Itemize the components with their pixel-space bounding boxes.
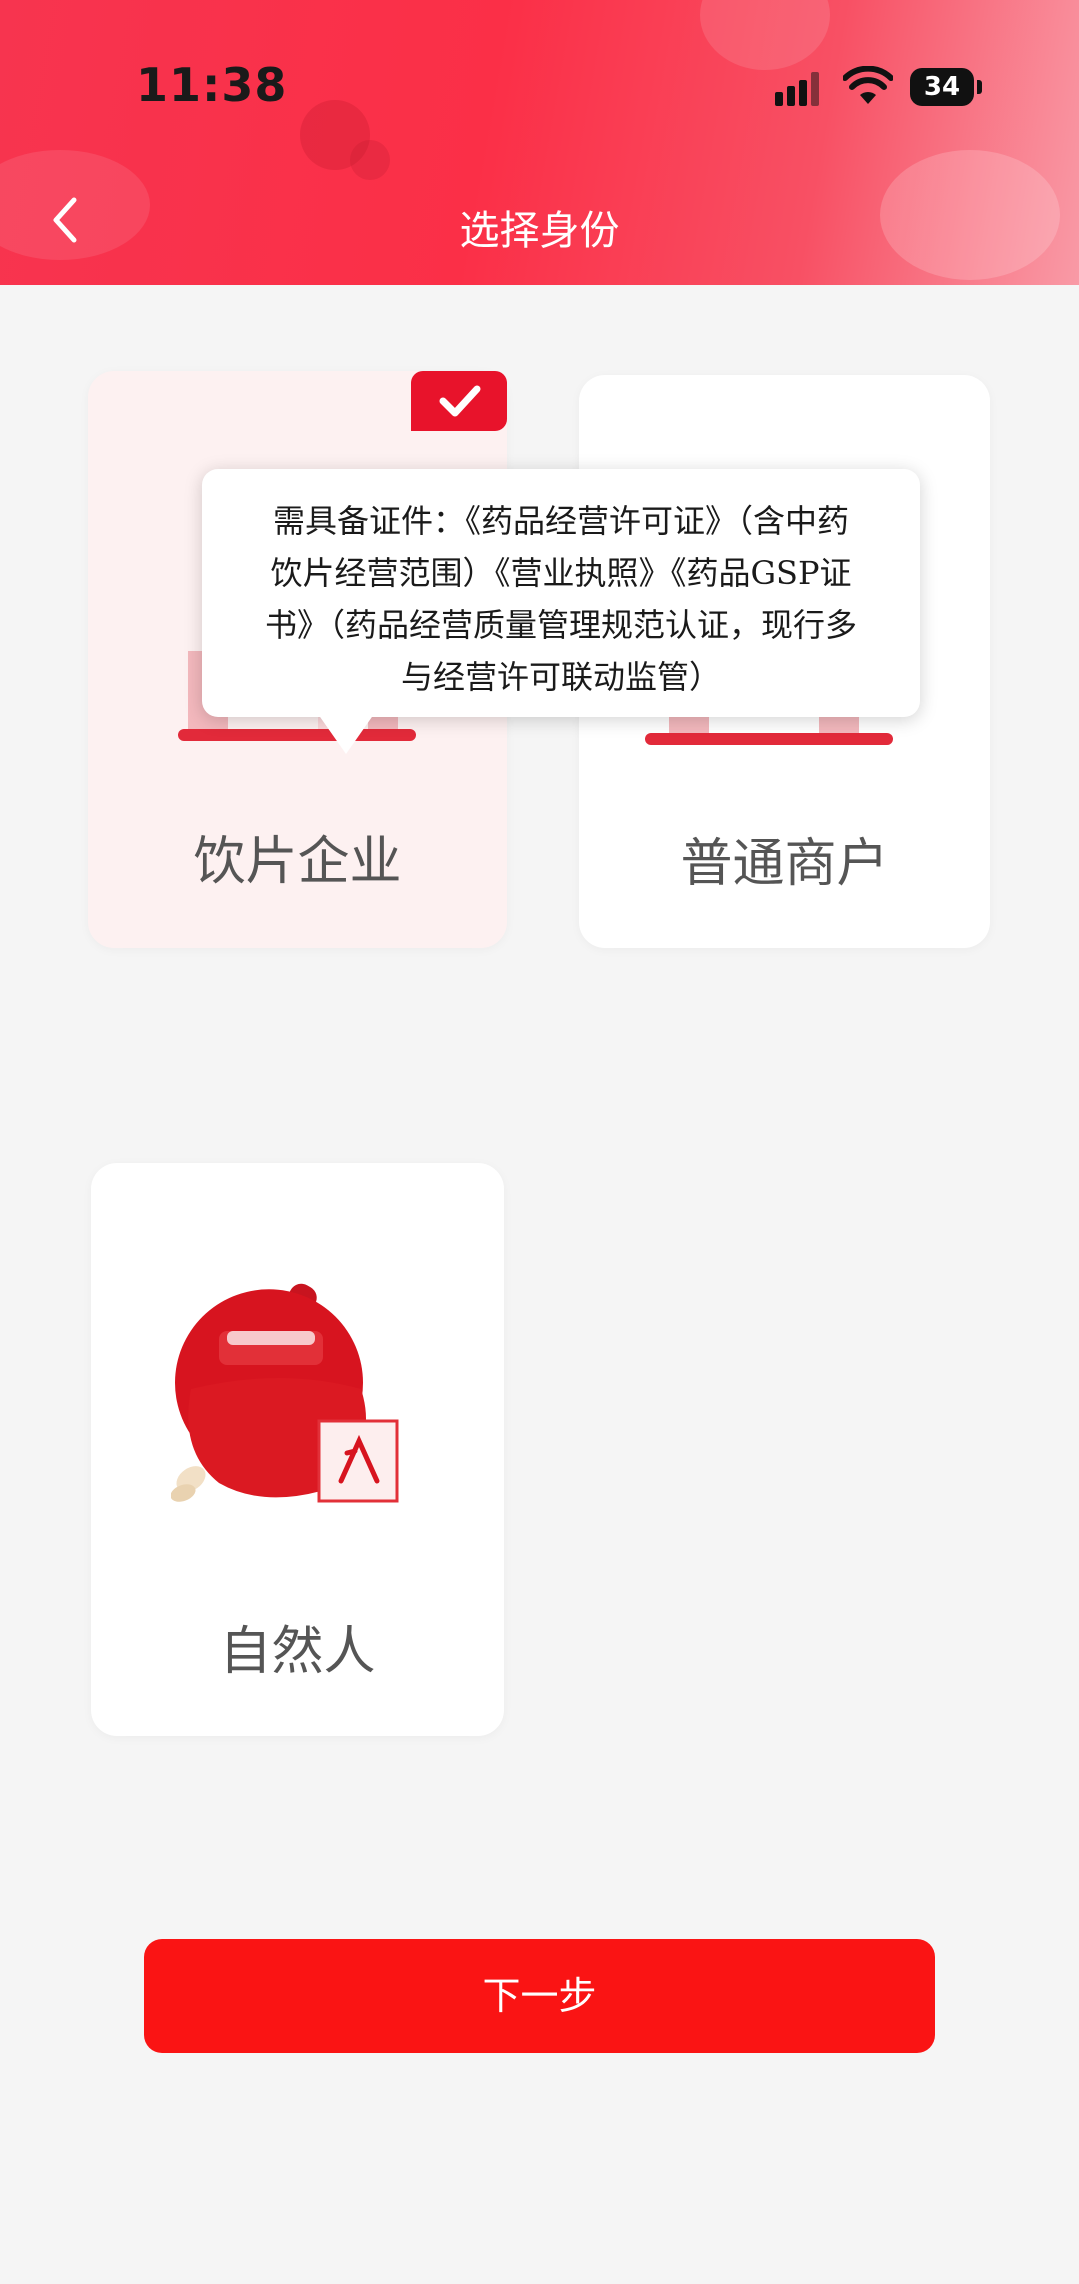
page-title: 选择身份	[459, 208, 620, 254]
card-label: 饮片企业	[193, 832, 402, 892]
header-decoration	[700, 0, 830, 70]
wifi-icon	[843, 66, 893, 104]
header: 11:38 34 选择身份	[0, 0, 1079, 285]
identity-card-person[interactable]: 自然人	[91, 1163, 504, 1736]
tooltip-line: 需具备证件：《药品经营许可证》（含中药	[272, 502, 849, 540]
card-label: 自然人	[219, 1622, 376, 1682]
tooltip-line: 书》（药品经营质量管理规范认证，现行多	[264, 606, 857, 644]
checkmark-icon	[439, 385, 481, 417]
tooltip-line: 与经营许可联动监管）	[400, 658, 721, 696]
battery-icon: 34	[910, 68, 982, 106]
medicine-jar-icon	[171, 1283, 399, 1503]
card-label: 普通商户	[680, 834, 889, 894]
requirements-tooltip: 需具备证件：《药品经营许可证》（含中药 饮片经营范围）《营业执照》《药品GSP证…	[202, 469, 920, 717]
tooltip-line: 饮片经营范围）《营业执照》《药品GSP证	[270, 554, 852, 592]
header-decoration	[350, 140, 390, 180]
signal-icon	[775, 72, 819, 106]
next-step-button[interactable]: 下一步	[144, 1939, 935, 2053]
selected-check-badge	[411, 371, 507, 431]
status-time: 11:38	[136, 58, 288, 112]
tooltip-arrow	[318, 714, 374, 754]
